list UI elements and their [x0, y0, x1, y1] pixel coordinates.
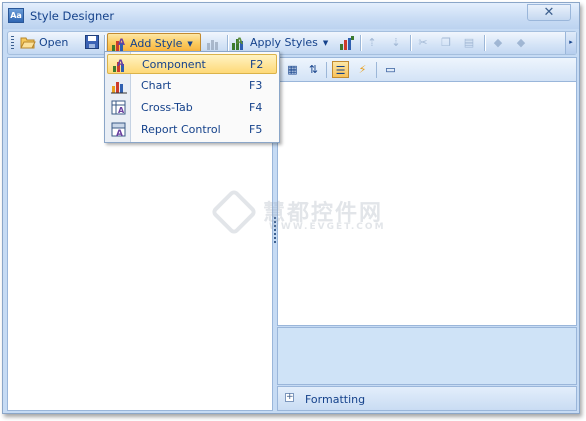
- move-up-button[interactable]: ◆: [490, 33, 506, 53]
- menu-item-chart[interactable]: Chart F3: [107, 76, 277, 96]
- paste-button[interactable]: ▤: [461, 33, 477, 53]
- categorized-button[interactable]: ▦: [284, 61, 301, 78]
- cut-button[interactable]: ✂: [415, 33, 431, 53]
- paste-icon: ▤: [463, 36, 475, 49]
- svg-text:A: A: [117, 59, 124, 69]
- categorized-icon: ▦: [287, 63, 298, 76]
- events-button[interactable]: ⚡: [354, 61, 371, 78]
- style-designer-window: Aa Style Designer ✕ Open A Add Style ▼ A…: [2, 2, 580, 414]
- open-button[interactable]: Open: [20, 33, 68, 53]
- copy-button[interactable]: ❐: [438, 33, 454, 53]
- category-label: Formatting: [305, 393, 366, 406]
- style-down-icon: ⇣: [391, 36, 401, 49]
- alphabetical-button[interactable]: ⇅: [305, 61, 322, 78]
- remove-style-button[interactable]: [205, 33, 221, 53]
- save-button[interactable]: [84, 33, 100, 53]
- dropdown-arrow-icon: ▼: [322, 39, 329, 47]
- toolbar-separator: [326, 62, 327, 78]
- svg-text:A: A: [118, 106, 125, 115]
- component-style-icon: A: [112, 57, 128, 73]
- properties-button[interactable]: ☰: [332, 61, 349, 78]
- svg-text:A: A: [236, 37, 243, 47]
- lightning-icon: ⚡: [358, 63, 367, 76]
- svg-text:A: A: [118, 38, 125, 48]
- move-up-style-button[interactable]: ⇡: [364, 33, 380, 53]
- apply-styles-icon: A: [231, 35, 247, 51]
- toolbar-overflow-button[interactable]: ▸: [565, 32, 576, 54]
- toolbar-separator: [484, 35, 486, 51]
- property-grid-toolbar: ▦ ⇅ ☰ ⚡ ▭: [277, 57, 577, 82]
- style-designer-icon: Aa: [8, 8, 24, 23]
- menu-item-component[interactable]: A Component F2: [107, 54, 277, 74]
- toolbar-separator: [360, 35, 362, 51]
- main-toolbar: Open A Add Style ▼ A Apply Styles ▼ ⇡ ⇣ …: [7, 31, 577, 55]
- move-down-button[interactable]: ◆: [513, 33, 529, 53]
- dropdown-arrow-icon: ▼: [187, 40, 193, 48]
- save-icon: [84, 35, 100, 51]
- expand-icon[interactable]: +: [285, 393, 294, 402]
- add-style-icon: A: [111, 36, 127, 52]
- toolbar-separator: [376, 62, 377, 78]
- report-control-style-icon: A: [111, 122, 127, 139]
- crosstab-style-icon: A: [111, 100, 127, 116]
- remove-style-icon: [205, 35, 221, 51]
- menu-item-report-control[interactable]: A Report Control F5: [107, 120, 277, 140]
- property-description-area: [277, 327, 577, 385]
- menu-item-crosstab[interactable]: A Cross-Tab F4: [107, 98, 277, 118]
- sort-az-icon: ⇅: [308, 63, 319, 76]
- toolbar-separator: [104, 35, 106, 51]
- properties-icon: ☰: [335, 64, 346, 77]
- add-style-dropdown-menu: A Component F2 Chart F3 A Cross-Tab F4 A…: [104, 51, 280, 143]
- title-bar[interactable]: Aa Style Designer ✕: [3, 3, 579, 29]
- apply-styles-button[interactable]: A Apply Styles ▼: [231, 33, 328, 53]
- property-pages-icon: ▭: [385, 63, 396, 76]
- property-pages-button[interactable]: ▭: [382, 61, 399, 78]
- toolbar-separator: [227, 35, 229, 51]
- style-up-icon: ⇡: [367, 36, 377, 49]
- folder-open-icon: [20, 35, 36, 51]
- add-style-button[interactable]: A Add Style ▼: [107, 33, 201, 53]
- move-down-style-button[interactable]: ⇣: [388, 33, 404, 53]
- toolbar-grip[interactable]: [11, 36, 14, 50]
- toolbar-separator: [410, 35, 412, 51]
- chart-style-icon: [111, 78, 127, 94]
- arrow-up-icon: ◆: [493, 36, 503, 49]
- close-button[interactable]: ✕: [527, 4, 571, 21]
- property-category-formatting[interactable]: + Formatting: [277, 386, 577, 411]
- style-action-button[interactable]: [339, 33, 355, 53]
- arrow-down-icon: ◆: [516, 36, 526, 49]
- window-title: Style Designer: [30, 9, 115, 23]
- style-chart-icon: [339, 35, 355, 51]
- cut-icon: ✂: [418, 36, 428, 49]
- svg-text:A: A: [116, 129, 123, 138]
- copy-icon: ❐: [441, 36, 451, 49]
